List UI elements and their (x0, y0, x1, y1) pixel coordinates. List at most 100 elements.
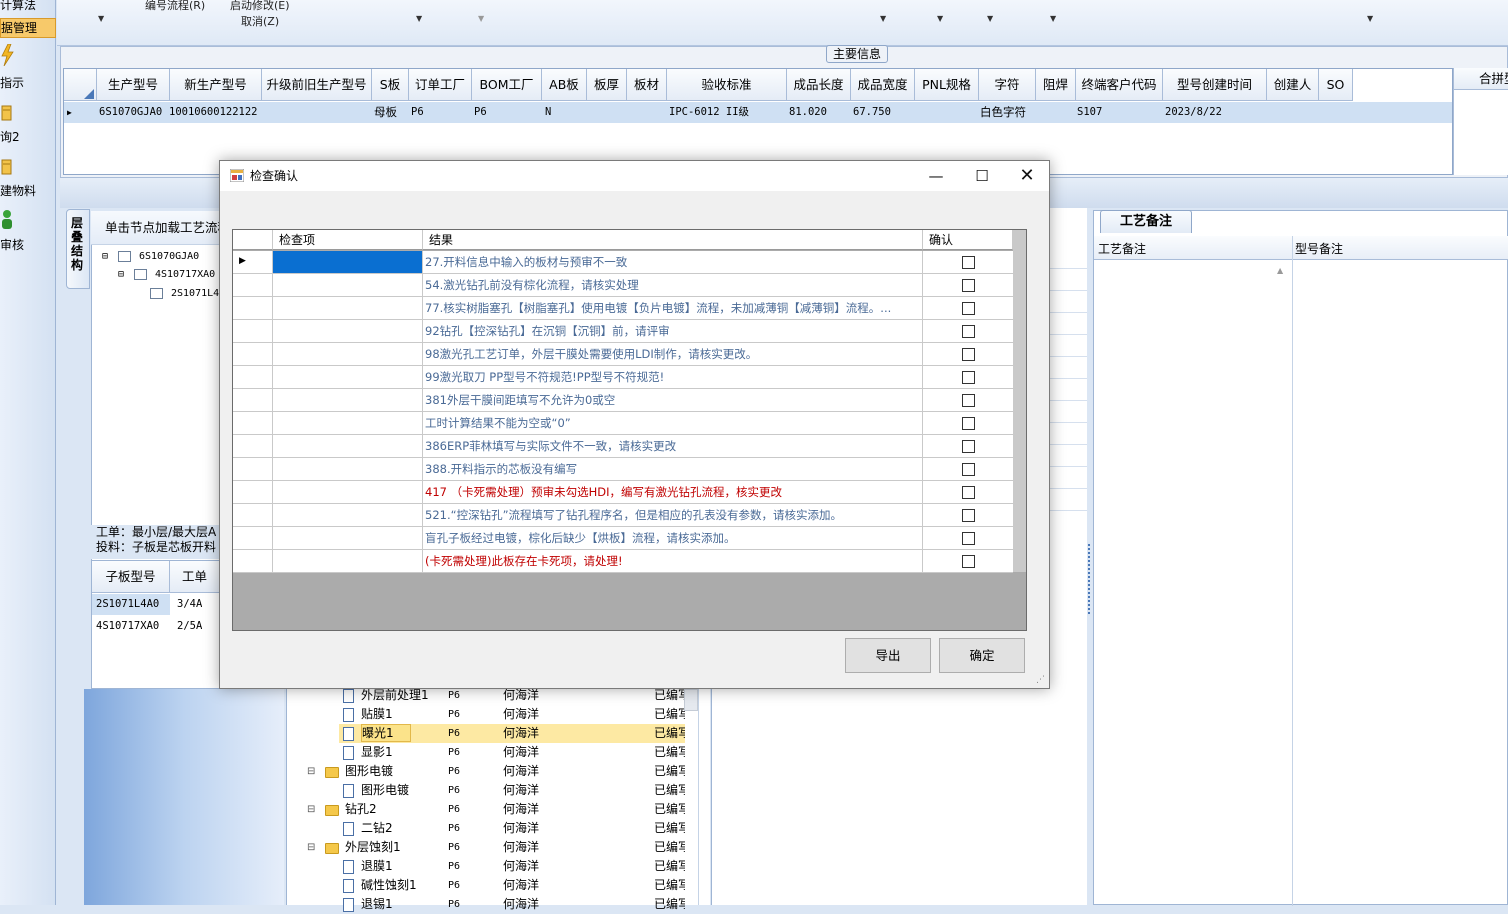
confirm-checkbox[interactable] (962, 509, 975, 522)
col-header[interactable]: 板材 (627, 69, 667, 101)
process-name[interactable]: 显影1 (361, 743, 393, 762)
cell-prod-model[interactable]: 6S1070GJA0 (99, 102, 162, 123)
process-name[interactable]: 贴膜1 (361, 705, 393, 724)
chevron-down-icon[interactable]: ▼ (987, 14, 993, 23)
cell-char[interactable]: 白色字符 (980, 102, 1026, 123)
cell-order-factory[interactable]: P6 (411, 102, 424, 123)
row-header[interactable] (233, 297, 273, 320)
collapse-icon[interactable]: ⊟ (307, 838, 315, 857)
close-icon[interactable]: ✕ (1004, 161, 1050, 191)
nav-item-query2[interactable]: 询2 (0, 128, 56, 148)
row-header[interactable] (233, 412, 273, 435)
check-row[interactable]: 99激光取刀 PP型号不符规范!PP型号不符规范! (233, 366, 1013, 389)
cell-result[interactable]: 27.开料信息中输入的板材与预审不一致 (423, 251, 923, 274)
tab-process-notes[interactable]: 工艺备注 (1100, 210, 1192, 233)
cell-sub-order[interactable]: 2/5A (177, 616, 202, 637)
process-name[interactable]: 图形电镀 (361, 781, 409, 800)
cell-result[interactable]: 工时计算结果不能为空或“0” (423, 412, 923, 435)
chevron-down-icon[interactable]: ▼ (937, 14, 943, 23)
col-header[interactable]: 终端客户代码 (1076, 69, 1163, 101)
cell-s-board[interactable]: 母板 (374, 102, 397, 123)
col-header[interactable]: 型号创建时间 (1163, 69, 1267, 101)
col-header[interactable]: 板厚 (587, 69, 627, 101)
check-row[interactable]: 77.核实树脂塞孔【树脂塞孔】使用电镀【负片电镀】流程，未加减薄铜【减薄铜】流程… (233, 297, 1013, 320)
process-row[interactable]: ⊟ 外层蚀刻1 P6 何海洋 已编写 (287, 838, 711, 857)
collapse-icon[interactable]: ⊟ (102, 251, 108, 262)
col-header-item[interactable]: 检查项 (273, 230, 423, 250)
col-header[interactable]: 工艺备注 (1098, 240, 1146, 257)
menu-number-flow[interactable]: 编号流程(R) (145, 0, 205, 13)
check-row[interactable]: 417 （卡死需处理）预审未勾选HDI，编写有激光钻孔流程，核实更改 (233, 481, 1013, 504)
cell-result[interactable]: 92钻孔【控深钻孔】在沉铜【沉铜】前，请评审 (423, 320, 923, 343)
cell-ab-board[interactable]: N (545, 102, 551, 123)
col-header-result[interactable]: 结果 (423, 230, 923, 250)
minimize-icon[interactable]: — (913, 161, 959, 191)
process-name[interactable]: 图形电镀 (345, 762, 393, 781)
chevron-down-icon[interactable]: ▼ (98, 14, 104, 23)
cell-result[interactable]: 98激光孔工艺订单，外层干膜处需要使用LDI制作，请核实更改。 (423, 343, 923, 366)
col-header[interactable]: 订单工厂 (409, 69, 472, 101)
process-name[interactable]: 曝光1 (361, 724, 411, 742)
process-name[interactable]: 钻孔2 (345, 800, 377, 819)
cell-result[interactable]: 386ERP菲林填写与实际文件不一致，请核实更改 (423, 435, 923, 458)
chevron-down-icon[interactable]: ▼ (478, 14, 484, 23)
nav-item-instruction[interactable]: 指示 (0, 74, 56, 94)
cell-result[interactable]: 盲孔子板经过电镀，棕化后缺少【烘板】流程，请核实添加。 (423, 527, 923, 550)
cell-result[interactable]: 77.核实树脂塞孔【树脂塞孔】使用电镀【负片电镀】流程，未加减薄铜【减薄铜】流程… (423, 297, 923, 320)
collapse-icon[interactable]: ⊟ (118, 269, 124, 280)
cell-check-item[interactable] (273, 550, 423, 573)
confirm-checkbox[interactable] (962, 394, 975, 407)
col-header[interactable]: 工单 (170, 561, 220, 593)
resize-grip-icon[interactable]: ⋰ (1036, 675, 1045, 685)
tab-stack-structure[interactable]: 层叠结构 (66, 209, 90, 289)
process-row[interactable]: 退膜1 P6 何海洋 已编写 (287, 857, 711, 876)
check-row[interactable]: 386ERP菲林填写与实际文件不一致，请核实更改 (233, 435, 1013, 458)
menu-cancel[interactable]: 取消(Z) (241, 13, 279, 29)
collapse-icon[interactable]: ⊟ (307, 762, 315, 781)
row-header[interactable] (233, 527, 273, 550)
row-header[interactable] (233, 504, 273, 527)
process-name[interactable]: 退膜1 (361, 857, 393, 876)
col-header[interactable]: 子板型号 (92, 561, 170, 593)
col-header[interactable]: PNL规格 (915, 69, 979, 101)
col-header[interactable]: 型号备注 (1295, 240, 1343, 257)
col-header[interactable]: 阻焊 (1036, 69, 1076, 101)
col-header[interactable]: 成品长度 (787, 69, 851, 101)
chevron-down-icon[interactable]: ▼ (1367, 14, 1373, 23)
col-header[interactable]: 验收标准 (667, 69, 787, 101)
scrollbar-thumb[interactable] (684, 689, 698, 711)
process-row[interactable]: 曝光1 P6 何海洋 已编写 (287, 724, 711, 743)
cell-check-item[interactable] (273, 343, 423, 366)
cell-result[interactable]: (卡死需处理)此板存在卡死项，请处理! (423, 550, 923, 573)
confirm-checkbox[interactable] (962, 486, 975, 499)
nav-item-calc[interactable]: 计算法 (0, 0, 56, 16)
col-header[interactable]: AB板 (542, 69, 587, 101)
cell-result[interactable]: 99激光取刀 PP型号不符规范!PP型号不符规范! (423, 366, 923, 389)
grid-corner[interactable] (64, 69, 97, 101)
check-row[interactable]: 521.“控深钻孔”流程填写了钻孔程序名，但是相应的孔表没有参数，请核实添加。 (233, 504, 1013, 527)
check-row[interactable]: 381外层干膜间距填写不允许为0或空 (233, 389, 1013, 412)
cell-result[interactable]: 521.“控深钻孔”流程填写了钻孔程序名，但是相应的孔表没有参数，请核实添加。 (423, 504, 923, 527)
cell-check-item[interactable] (273, 366, 423, 389)
process-row[interactable]: 图形电镀 P6 何海洋 已编写 (287, 781, 711, 800)
ok-button[interactable]: 确定 (939, 638, 1025, 673)
process-name[interactable]: 二钻2 (361, 819, 393, 838)
row-header[interactable] (233, 389, 273, 412)
cell-new-model[interactable]: 10010600122122 (169, 102, 258, 123)
cell-check-item[interactable] (273, 320, 423, 343)
chevron-down-icon[interactable]: ▼ (416, 14, 422, 23)
cell-width[interactable]: 67.750 (853, 102, 891, 123)
col-header[interactable]: 成品宽度 (851, 69, 915, 101)
cell-check-item[interactable] (273, 458, 423, 481)
process-row[interactable]: 碱性蚀刻1 P6 何海洋 已编写 (287, 876, 711, 895)
cell-check-item[interactable] (273, 412, 423, 435)
cell-check-item[interactable] (273, 297, 423, 320)
confirm-checkbox[interactable] (962, 417, 975, 430)
col-header[interactable]: 创建人 (1267, 69, 1319, 101)
check-row[interactable]: 98激光孔工艺订单，外层干膜处需要使用LDI制作，请核实更改。 (233, 343, 1013, 366)
confirm-checkbox[interactable] (962, 555, 975, 568)
cell-result[interactable]: 381外层干膜间距填写不允许为0或空 (423, 389, 923, 412)
maximize-icon[interactable]: ☐ (959, 161, 1005, 191)
confirm-checkbox[interactable] (962, 348, 975, 361)
cell-result[interactable]: 417 （卡死需处理）预审未勾选HDI，编写有激光钻孔流程，核实更改 (423, 481, 923, 504)
